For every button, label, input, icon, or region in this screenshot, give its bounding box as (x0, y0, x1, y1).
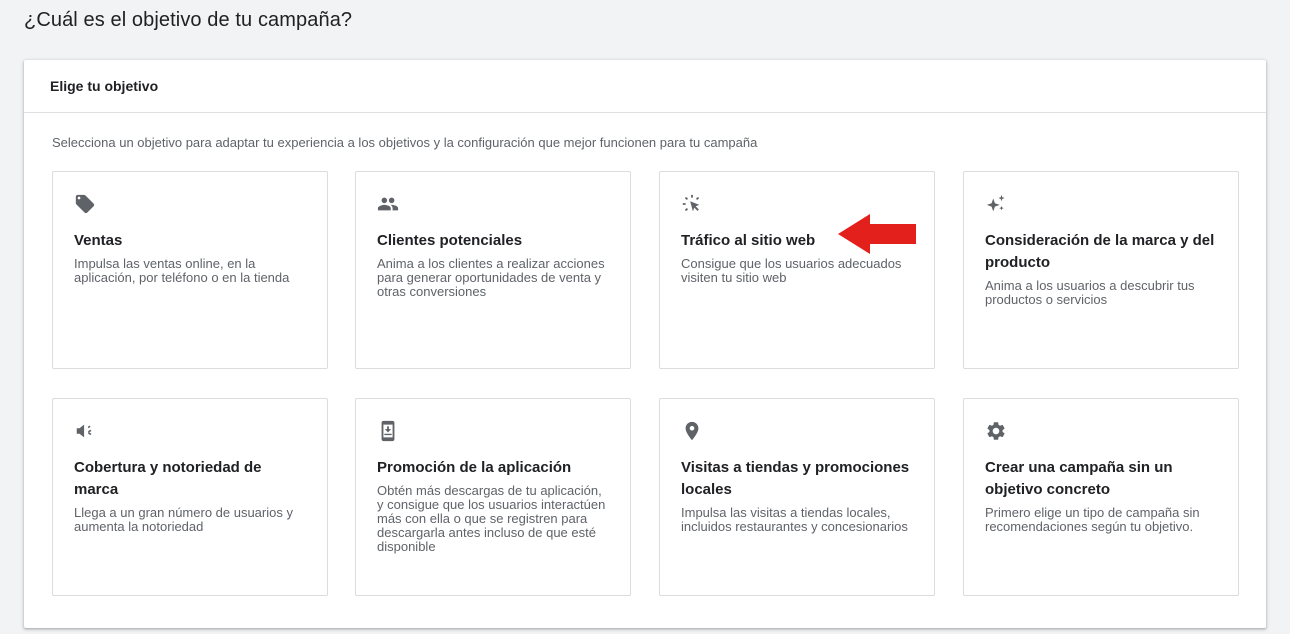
card-title: Cobertura y notoriedad de marca (74, 459, 262, 498)
card-description: Consigue que los usuarios adecuados visi… (681, 256, 902, 285)
objective-card-trafico-sitio-web[interactable]: Tráfico al sitio web Consigue que los us… (659, 171, 935, 369)
card-description: Anima a los clientes a realizar acciones… (377, 256, 605, 299)
panel-description: Selecciona un objetivo para adaptar tu e… (52, 135, 758, 150)
card-description: Anima a los usuarios a descubrir tus pro… (985, 278, 1195, 307)
card-description: Impulsa las ventas online, en la aplicac… (74, 256, 290, 285)
red-arrow-left-icon (838, 214, 916, 254)
card-title: Consideración de la marca y del producto (985, 232, 1215, 271)
people-icon (377, 193, 401, 217)
card-title: Ventas (74, 232, 123, 249)
cursor-click-icon (681, 193, 705, 217)
panel-header-title: Elige tu objetivo (50, 78, 159, 94)
card-title: Promoción de la aplicación (377, 459, 572, 476)
objective-panel: Elige tu objetivo Selecciona un objetivo… (24, 60, 1266, 628)
card-description: Impulsa las visitas a tiendas locales, i… (681, 505, 908, 534)
phone-download-icon (377, 420, 401, 444)
megaphone-icon (74, 420, 98, 444)
sparkle-icon (985, 193, 1009, 217)
card-title: Visitas a tiendas y promociones locales (681, 459, 910, 498)
card-description: Llega a un gran número de usuarios y aum… (74, 505, 293, 534)
objective-card-visitas-tiendas[interactable]: Visitas a tiendas y promociones locales … (659, 398, 935, 596)
panel-header: Elige tu objetivo (24, 60, 1266, 113)
objective-card-sin-objetivo[interactable]: Crear una campaña sin un objetivo concre… (963, 398, 1239, 596)
gear-icon (985, 420, 1009, 444)
objective-card-consideracion-marca[interactable]: Consideración de la marca y del producto… (963, 171, 1239, 369)
card-title: Crear una campaña sin un objetivo concre… (985, 459, 1173, 498)
card-description: Obtén más descargas de tu aplicación, y … (377, 483, 606, 554)
card-title: Clientes potenciales (377, 232, 523, 249)
page-title: ¿Cuál es el objetivo de tu campaña? (24, 9, 353, 31)
tag-icon (74, 193, 98, 217)
location-pin-icon (681, 420, 705, 444)
objective-card-ventas[interactable]: Ventas Impulsa las ventas online, en la … (52, 171, 328, 369)
objective-card-promocion-aplicacion[interactable]: Promoción de la aplicación Obtén más des… (355, 398, 631, 596)
objective-card-cobertura-notoriedad[interactable]: Cobertura y notoriedad de marca Llega a … (52, 398, 328, 596)
objective-card-clientes-potenciales[interactable]: Clientes potenciales Anima a los cliente… (355, 171, 631, 369)
card-description: Primero elige un tipo de campaña sin rec… (985, 505, 1200, 534)
